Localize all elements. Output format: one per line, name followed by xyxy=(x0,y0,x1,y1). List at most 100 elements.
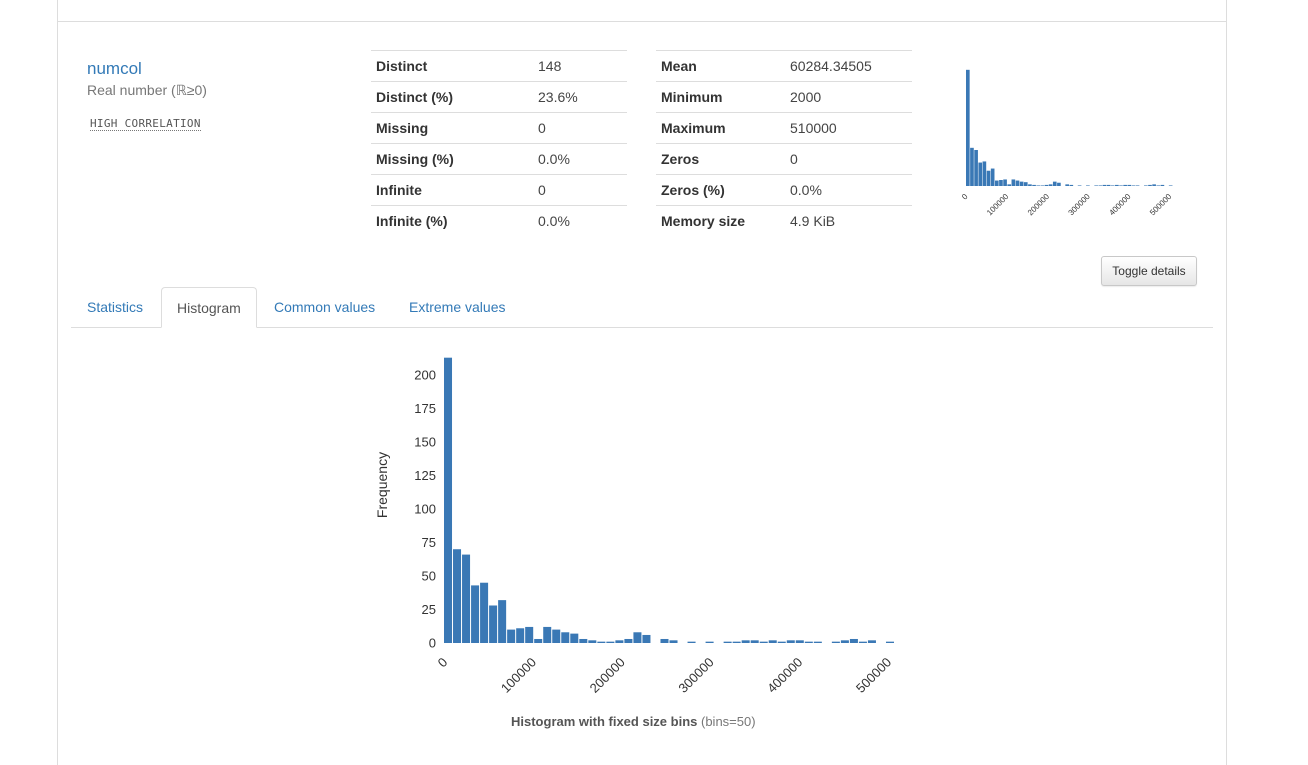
histogram-bar[interactable] xyxy=(561,632,570,643)
histogram-bar[interactable] xyxy=(741,640,750,643)
histogram-bar[interactable] xyxy=(1065,184,1069,186)
histogram-bar[interactable] xyxy=(1048,184,1053,186)
histogram-bar[interactable] xyxy=(1148,184,1152,186)
histogram-bar[interactable] xyxy=(1003,179,1007,186)
histogram-bar[interactable] xyxy=(1007,184,1012,186)
histogram-bar[interactable] xyxy=(588,640,597,643)
histogram-bar[interactable] xyxy=(1069,184,1074,186)
histogram-bar[interactable] xyxy=(1098,185,1103,186)
histogram-bar[interactable] xyxy=(570,633,579,643)
histogram-bar[interactable] xyxy=(453,549,462,643)
histogram-bar[interactable] xyxy=(1160,184,1165,186)
histogram-bar[interactable] xyxy=(1094,185,1098,186)
histogram-bar[interactable] xyxy=(1156,185,1161,186)
histogram-bar[interactable] xyxy=(543,626,552,643)
histogram-bar[interactable] xyxy=(974,150,978,186)
histogram-bar[interactable] xyxy=(1119,185,1123,186)
histogram-bar[interactable] xyxy=(1106,184,1111,186)
histogram-bar[interactable] xyxy=(552,629,561,643)
histogram-bar[interactable] xyxy=(579,638,588,643)
histogram-bar[interactable] xyxy=(970,147,974,186)
variable-name[interactable]: numcol xyxy=(87,59,142,79)
histogram-bar[interactable] xyxy=(1086,185,1090,186)
histogram-bar[interactable] xyxy=(849,638,858,643)
histogram-bar[interactable] xyxy=(1032,184,1036,186)
histogram-bar[interactable] xyxy=(759,641,768,643)
histogram-bar[interactable] xyxy=(885,641,894,643)
histogram-bar[interactable] xyxy=(858,641,867,643)
histogram-bar[interactable] xyxy=(687,641,696,643)
toggle-details-button[interactable]: Toggle details xyxy=(1101,256,1197,286)
histogram-bar[interactable] xyxy=(966,69,970,186)
table-row: Minimum 2000 xyxy=(656,81,912,113)
alert-badge[interactable]: HIGH CORRELATION xyxy=(90,117,201,131)
histogram-bar[interactable] xyxy=(1102,184,1107,186)
tab-statistics[interactable]: Statistics xyxy=(72,287,158,327)
histogram-bar[interactable] xyxy=(813,641,822,643)
histogram-bar[interactable] xyxy=(1127,184,1132,186)
histogram-bar[interactable] xyxy=(1135,185,1140,186)
histogram-bar[interactable] xyxy=(1057,182,1061,186)
histogram-bar[interactable] xyxy=(669,640,678,643)
histogram-bar[interactable] xyxy=(471,585,480,643)
histogram-bar[interactable] xyxy=(597,641,606,643)
histogram-bar[interactable] xyxy=(489,605,498,643)
histogram-bar[interactable] xyxy=(982,161,987,186)
histogram-bar[interactable] xyxy=(786,640,795,643)
histogram-bar[interactable] xyxy=(1110,185,1115,186)
histogram-bar[interactable] xyxy=(1123,184,1127,186)
histogram-bar[interactable] xyxy=(462,554,471,643)
histogram-bar[interactable] xyxy=(795,640,804,643)
histogram-bar[interactable] xyxy=(1040,185,1045,186)
histogram-bar[interactable] xyxy=(705,641,714,643)
histogram-bar[interactable] xyxy=(994,180,999,186)
mini-histogram[interactable]: 0 100000 200000 300000 400000 500000 xyxy=(958,58,1198,238)
tab-common-values[interactable]: Common values xyxy=(259,287,390,327)
histogram-bar[interactable] xyxy=(1168,185,1173,186)
histogram-bar[interactable] xyxy=(1036,185,1041,186)
histogram-bar[interactable] xyxy=(777,641,786,643)
histogram-bar[interactable] xyxy=(732,641,741,643)
histogram-bar[interactable] xyxy=(624,638,633,643)
histogram-bar[interactable] xyxy=(978,162,983,186)
histogram-bar[interactable] xyxy=(1015,180,1020,186)
histogram-bar[interactable] xyxy=(723,641,732,643)
histogram-bar[interactable] xyxy=(999,180,1003,186)
histogram-bar[interactable] xyxy=(768,640,777,643)
histogram-bar[interactable] xyxy=(1023,182,1028,186)
histogram-bar[interactable] xyxy=(606,641,615,643)
stat-label: Maximum xyxy=(656,112,785,144)
histogram-bar[interactable] xyxy=(1011,179,1016,186)
histogram-bar[interactable] xyxy=(1152,184,1156,186)
histogram-bar[interactable] xyxy=(480,582,489,643)
histogram-bar[interactable] xyxy=(1052,181,1057,186)
histogram-bar[interactable] xyxy=(633,632,642,643)
histogram-bar[interactable] xyxy=(867,640,876,643)
histogram-bar[interactable] xyxy=(1144,185,1148,186)
histogram-bar[interactable] xyxy=(1077,185,1082,186)
histogram-bar[interactable] xyxy=(444,357,453,643)
histogram-bar[interactable] xyxy=(1019,181,1024,186)
histogram-bar[interactable] xyxy=(642,634,651,643)
histogram-bar[interactable] xyxy=(660,638,669,643)
histogram-bar[interactable] xyxy=(1028,184,1032,186)
histogram-bar[interactable] xyxy=(804,641,813,643)
table-row: Mean 60284.34505 xyxy=(656,50,912,82)
histogram-chart[interactable]: 0 100000 200000 300000 400000 500000 0 25 50 75 10… xyxy=(358,345,918,705)
histogram-bar[interactable] xyxy=(831,641,840,643)
histogram-bar[interactable] xyxy=(986,170,991,186)
histogram-bar[interactable] xyxy=(534,638,543,643)
histogram-bar[interactable] xyxy=(1044,184,1049,186)
tab-histogram[interactable]: Histogram xyxy=(161,287,257,328)
histogram-bar[interactable] xyxy=(840,640,849,643)
histogram-bar[interactable] xyxy=(516,628,525,643)
histogram-bar[interactable] xyxy=(990,168,995,186)
histogram-bar[interactable] xyxy=(1131,185,1136,186)
histogram-bar[interactable] xyxy=(525,626,534,643)
histogram-bar[interactable] xyxy=(750,640,759,643)
tab-extreme-values[interactable]: Extreme values xyxy=(394,287,520,327)
histogram-bar[interactable] xyxy=(1115,184,1119,186)
histogram-bar[interactable] xyxy=(498,600,507,643)
histogram-bar[interactable] xyxy=(507,629,516,643)
histogram-bar[interactable] xyxy=(615,640,624,643)
